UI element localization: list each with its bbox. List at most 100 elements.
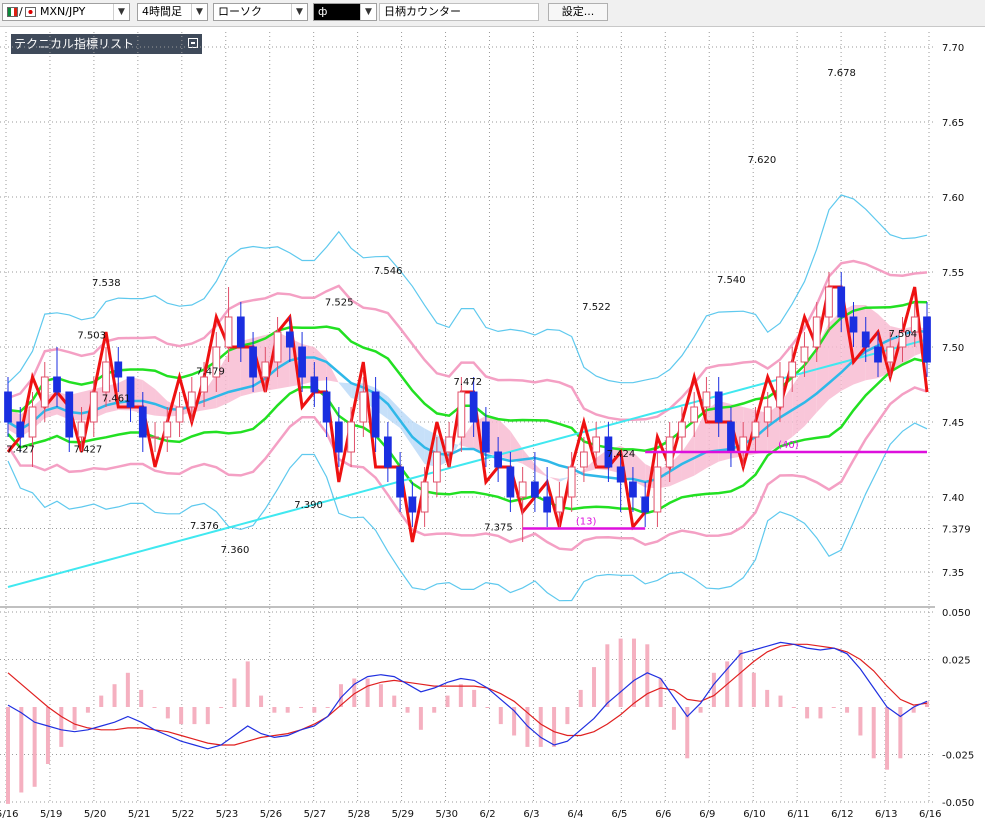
macd-histogram-bar bbox=[778, 695, 783, 707]
cloud-segment bbox=[547, 476, 560, 482]
chevron-down-icon[interactable]: ▼ bbox=[113, 4, 129, 20]
settings-button[interactable]: 設定... bbox=[548, 3, 608, 21]
macd-histogram-bar bbox=[791, 707, 796, 708]
macd-histogram-bar bbox=[418, 707, 423, 730]
candle-body bbox=[4, 391, 12, 423]
macd-histogram-bar bbox=[765, 689, 770, 707]
candle-body bbox=[163, 421, 172, 438]
price-annotation: 7.427 bbox=[6, 445, 35, 456]
candle-body bbox=[200, 376, 208, 393]
macd-histogram-bar bbox=[165, 707, 170, 719]
macd-histogram-bar bbox=[179, 707, 184, 725]
candle-body bbox=[151, 436, 159, 439]
x-tick-label: 6/2 bbox=[479, 809, 495, 820]
macd-histogram-bar bbox=[805, 707, 810, 719]
candle-body bbox=[77, 421, 86, 438]
price-annotation: 7.360 bbox=[221, 545, 250, 556]
macd-histogram-bar bbox=[405, 707, 410, 713]
candle-body bbox=[702, 391, 711, 408]
ichimoku-cloud bbox=[8, 305, 927, 489]
candle-body bbox=[629, 481, 637, 498]
timeframe-select[interactable]: 4時間足 ▼ bbox=[137, 3, 208, 21]
y-tick-label: 7.40 bbox=[942, 493, 964, 504]
macd-y-tick-label: -0.025 bbox=[942, 751, 974, 762]
y-tick-label: 7.60 bbox=[942, 193, 964, 204]
candle-body bbox=[249, 346, 257, 378]
candle-body bbox=[285, 331, 294, 348]
chart-area[interactable]: (13)(40) 7.5037.5387.4617.4797.427 7.4277… bbox=[0, 27, 985, 821]
x-tick-label: 5/16 bbox=[0, 809, 18, 820]
candle-body bbox=[543, 496, 552, 513]
x-tick-label: 5/20 bbox=[84, 809, 106, 820]
macd-histogram-bar bbox=[445, 695, 450, 707]
candle-body bbox=[310, 376, 319, 393]
product-select[interactable]: ф ▼ bbox=[313, 3, 377, 21]
candle-body bbox=[298, 346, 306, 378]
candle-body bbox=[874, 346, 882, 363]
macd-histogram-bar bbox=[152, 707, 157, 708]
mexico-flag-icon bbox=[7, 7, 18, 17]
macd-histogram-bar bbox=[245, 661, 250, 707]
macd-histogram-bar bbox=[272, 707, 277, 713]
price-annotation: 7.390 bbox=[294, 500, 323, 511]
macd-histogram-bar bbox=[45, 707, 50, 764]
cloud-segment bbox=[155, 389, 168, 417]
currency-pair-select[interactable]: / MXN/JPY ▼ bbox=[2, 3, 130, 21]
macd-histogram-bar bbox=[32, 707, 37, 787]
candle-body bbox=[420, 481, 429, 513]
candle-body bbox=[678, 421, 686, 438]
macd-histogram-bar bbox=[192, 707, 197, 725]
chevron-down-icon[interactable]: ▼ bbox=[291, 4, 307, 20]
macd-histogram-bar bbox=[472, 689, 477, 707]
candle-body bbox=[886, 346, 895, 363]
y-tick-label: 7.50 bbox=[942, 343, 964, 354]
price-annotation: 7.546 bbox=[374, 266, 403, 277]
candle-body bbox=[861, 331, 870, 348]
y-axis: 7.70 7.65 7.60 7.55 7.50 7.45 7.40 7.379 7.35 0.0… bbox=[942, 43, 974, 809]
macd-histogram-bar bbox=[299, 707, 304, 708]
macd-y-tick-label: -0.050 bbox=[942, 798, 974, 809]
price-annotation: 7.522 bbox=[582, 302, 611, 313]
y-tick-label: 7.55 bbox=[942, 268, 964, 279]
candle-body bbox=[16, 421, 25, 438]
macd-histogram-bar bbox=[365, 678, 370, 707]
price-annotation: 7.504 bbox=[888, 329, 917, 340]
candle-body bbox=[28, 406, 37, 438]
cloud-segment bbox=[338, 382, 352, 398]
day-counter-label: (13) bbox=[576, 517, 597, 528]
candle-body bbox=[40, 376, 49, 408]
chevron-down-icon[interactable]: ▼ bbox=[191, 4, 207, 20]
candle-body bbox=[714, 391, 723, 423]
candle-body bbox=[837, 286, 846, 318]
price-annotation: 7.538 bbox=[92, 278, 121, 289]
candle-body bbox=[383, 436, 392, 468]
candle-body bbox=[408, 496, 417, 513]
macd-histogram-bar bbox=[219, 707, 224, 708]
cloud-segment bbox=[534, 464, 548, 477]
price-annotation: 7.620 bbox=[748, 155, 777, 166]
candle-body bbox=[763, 406, 772, 423]
x-tick-label: 5/29 bbox=[392, 809, 414, 820]
macd-histogram-bar bbox=[578, 689, 583, 707]
macd-histogram-bar bbox=[59, 707, 64, 747]
chart-type-select[interactable]: ローソク ▼ bbox=[213, 3, 308, 21]
x-tick-label: 6/5 bbox=[611, 809, 627, 820]
macd-histogram-bar bbox=[112, 684, 117, 707]
macd-histogram-bar bbox=[72, 707, 77, 730]
macd-histogram-bar bbox=[818, 707, 823, 719]
x-tick-label: 6/3 bbox=[523, 809, 539, 820]
x-tick-label: 5/30 bbox=[436, 809, 458, 820]
chart-type-label: ローソク bbox=[218, 5, 262, 18]
price-annotation: 7.479 bbox=[196, 367, 225, 378]
x-tick-label: 6/16 bbox=[919, 809, 941, 820]
macd-histogram-bar bbox=[618, 638, 623, 707]
macd-histogram-bar bbox=[485, 707, 490, 708]
candle-body bbox=[531, 481, 539, 498]
price-annotation: 7.427 bbox=[74, 445, 103, 456]
bollinger-upper-3sigma bbox=[7, 194, 928, 384]
chevron-down-icon[interactable]: ▼ bbox=[360, 4, 376, 20]
day-counter-button[interactable]: 日柄カウンター bbox=[379, 3, 539, 21]
candle-body bbox=[187, 391, 196, 408]
x-tick-label: 5/27 bbox=[304, 809, 326, 820]
x-tick-label: 5/19 bbox=[40, 809, 62, 820]
